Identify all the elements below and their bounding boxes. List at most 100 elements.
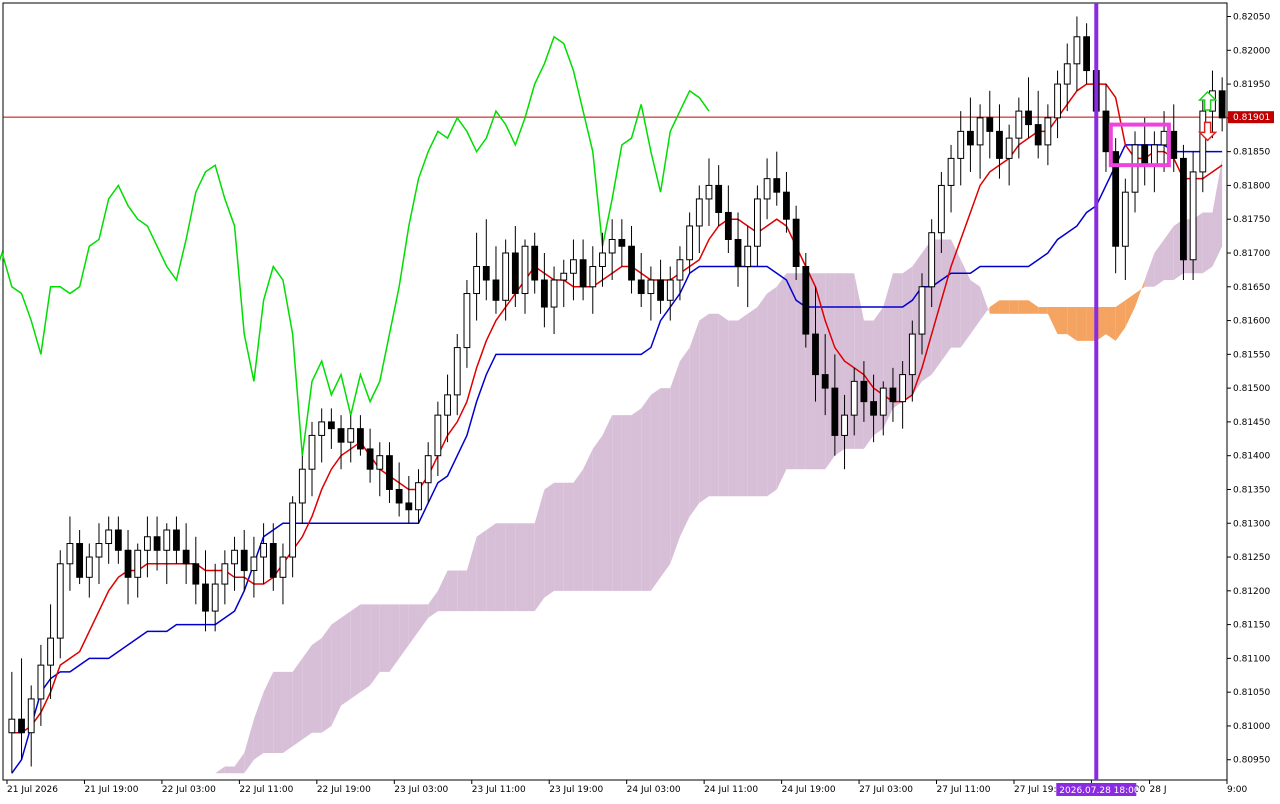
- candle-bull: [444, 394, 451, 416]
- kumo-segment: [786, 273, 797, 470]
- kumo-segment: [476, 530, 487, 612]
- candle-bear: [802, 266, 810, 335]
- candle-bull: [608, 238, 616, 254]
- candle-bear: [182, 549, 190, 565]
- kumo-segment: [302, 644, 312, 740]
- candle-bear: [18, 718, 25, 734]
- candle-bull: [8, 718, 16, 734]
- candle-bear: [821, 374, 829, 389]
- kumo-segment: [312, 638, 322, 733]
- kumo-segment: [747, 307, 758, 497]
- candle-bull: [908, 333, 916, 376]
- candle-bull: [976, 117, 984, 146]
- candle-bear: [366, 448, 374, 470]
- kumo-segment: [379, 604, 390, 672]
- candle-bull: [1044, 117, 1052, 146]
- kumo-segment: [873, 307, 884, 436]
- x-tick-label: 27 Jul 11:00: [937, 785, 991, 795]
- candle-bull: [570, 259, 577, 274]
- x-tick-label: 24 Jul 03:00: [627, 785, 681, 795]
- y-tick-label: 0.81650: [1233, 283, 1270, 293]
- x-tick-label: 23 Jul 19:00: [549, 785, 603, 795]
- chart-root: 0.820500.820000.819500.819000.818500.818…: [0, 0, 1280, 800]
- candle-bear: [327, 421, 335, 430]
- candle-bull: [599, 252, 606, 268]
- kumo-segment: [505, 523, 516, 612]
- y-tick-label: 0.81500: [1233, 384, 1270, 394]
- y-axis: 0.820500.820000.819500.819000.818500.818…: [1227, 13, 1274, 766]
- kumo-segment: [660, 388, 671, 578]
- candle-bear: [395, 488, 403, 504]
- candle-bull: [1063, 63, 1071, 85]
- kumo-segment: [1202, 212, 1213, 274]
- candle-bear: [1218, 90, 1226, 119]
- x-axis: 21 Jul 2026 21 Jul 19:00 22 Jul 03:00 22 Ju…: [6, 780, 1247, 796]
- candle-bull: [1121, 191, 1129, 247]
- x-tick-label: 22 Jul 11:00: [239, 785, 293, 795]
- kumo-segment: [370, 604, 380, 686]
- candle-bear: [996, 130, 1003, 159]
- candle-bull: [37, 664, 45, 700]
- kumo-segment: [573, 469, 584, 591]
- candle-bull: [47, 637, 54, 666]
- kumo-segment: [321, 624, 332, 733]
- x-tick-label: 24 Jul 19:00: [782, 785, 836, 795]
- candle-bear: [405, 502, 413, 511]
- candle-bear: [1034, 124, 1042, 146]
- y-tick-label: 0.81750: [1233, 215, 1270, 225]
- candle-bear: [337, 428, 345, 443]
- y-tick-label: 0.81050: [1233, 688, 1270, 698]
- vertical-marker-label: 2026.07.28 18:00: [1059, 786, 1140, 796]
- candle-bull: [221, 563, 229, 585]
- x-tick-label: 23 Jul 03:00: [394, 785, 448, 795]
- candle-bull: [1160, 130, 1168, 146]
- kumo-segment: [1038, 307, 1048, 314]
- candle-bull: [879, 387, 887, 416]
- kumo-segment: [602, 415, 613, 591]
- kumo-segment: [621, 415, 632, 591]
- candle-bull: [318, 421, 326, 436]
- candle-bull: [289, 502, 297, 558]
- candle-bear: [986, 117, 994, 132]
- y-tick-label: 0.81350: [1233, 485, 1270, 495]
- kumo-segment: [292, 658, 303, 747]
- x-tick-label: 28 J: [1150, 785, 1167, 795]
- candle-bear: [812, 333, 819, 376]
- y-tick-label: 0.81100: [1233, 654, 1270, 664]
- candle-bear: [889, 387, 897, 403]
- candle-bull: [918, 286, 926, 335]
- candle-bull: [666, 279, 674, 301]
- candle-bull: [453, 347, 461, 396]
- current-price-label: 0.81901: [1233, 113, 1270, 123]
- y-tick-label: 0.81600: [1233, 317, 1270, 327]
- candle-bear: [357, 428, 364, 450]
- candle-bull: [66, 543, 74, 565]
- candle-bear: [1083, 36, 1091, 72]
- candle-bull: [1073, 36, 1081, 65]
- kumo-segment: [350, 604, 361, 699]
- candle-bear: [579, 259, 587, 288]
- y-tick-label: 0.81550: [1233, 350, 1270, 360]
- candle-bull: [647, 279, 655, 295]
- y-tick-label: 0.81300: [1233, 519, 1270, 529]
- y-tick-label: 0.81850: [1233, 148, 1270, 158]
- candle-bull: [589, 266, 597, 288]
- kumo-segment: [447, 570, 458, 612]
- kumo-segment: [360, 604, 371, 693]
- candle-bull: [928, 232, 936, 288]
- candle-bull: [298, 468, 306, 504]
- candle-bull: [763, 178, 771, 200]
- kumo-segment: [495, 523, 506, 612]
- kumo-segment: [767, 286, 777, 497]
- candle-bear: [967, 130, 974, 146]
- candle-bull: [850, 380, 858, 416]
- candle-bear: [482, 266, 490, 281]
- candle-bear: [76, 543, 84, 578]
- candle-bull: [1189, 171, 1197, 261]
- candle-bull: [744, 245, 752, 268]
- y-tick-label: 0.81000: [1233, 722, 1270, 732]
- candle-bear: [492, 279, 500, 301]
- candle-bear: [1180, 157, 1187, 261]
- kumo-segment: [457, 570, 467, 612]
- candle-bear: [860, 380, 868, 403]
